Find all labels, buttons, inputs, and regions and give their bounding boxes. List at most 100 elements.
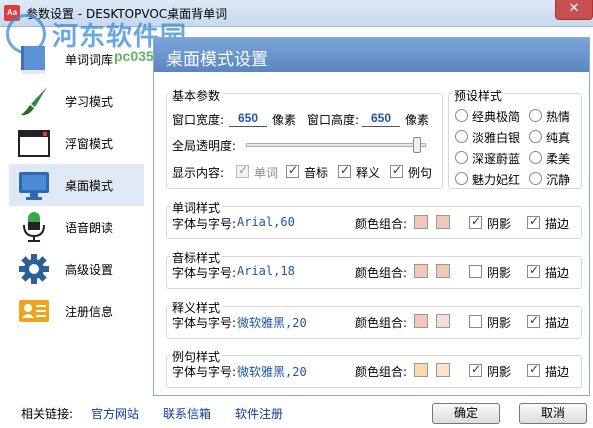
microphone-icon — [23, 212, 45, 242]
sidebar-item-label: 高级设置 — [65, 263, 114, 277]
opacity-slider[interactable] — [246, 143, 426, 147]
height-label: 窗口高度: — [307, 113, 360, 127]
app-icon: Aa — [4, 5, 20, 21]
official-site-link[interactable]: 官方网站 — [91, 405, 139, 422]
contact-email-link[interactable]: 联系信箱 — [163, 405, 211, 422]
book-icon — [21, 46, 45, 74]
phonetic-color-label: 颜色组合: — [355, 266, 408, 280]
display-meaning-checkbox[interactable] — [338, 163, 351, 178]
title-bar: Aa 参数设置 - DESKTOPVOC桌面背单词 ✕ — [0, 0, 593, 27]
monitor-icon — [19, 172, 49, 200]
meaning-color-swatch-2[interactable] — [436, 314, 450, 328]
preset-radio[interactable] — [529, 172, 542, 185]
display-word-label: 单词 — [254, 166, 279, 180]
preset-label: 深邃蔚蓝 — [472, 152, 521, 166]
panel-title: 桌面模式设置 — [166, 50, 268, 70]
example-color-swatch-2[interactable] — [436, 363, 450, 377]
preset-styles-title: 预设样式 — [452, 87, 505, 104]
display-word-checkbox[interactable] — [236, 163, 249, 178]
display-phonetic-label: 音标 — [304, 166, 329, 180]
height-unit: 像素 — [405, 113, 430, 127]
phonetic-shadow-checkbox[interactable] — [469, 265, 482, 278]
word-shadow-label: 阴影 — [487, 217, 512, 231]
word-stroke-label: 描边 — [545, 217, 570, 231]
meaning-color-swatch-1[interactable] — [414, 314, 428, 328]
close-button[interactable]: ✕ — [555, 0, 593, 20]
ok-button[interactable]: 确定 — [432, 403, 500, 424]
opacity-slider-thumb[interactable] — [412, 137, 421, 153]
settings-panel: 桌面模式设置 基本参数 窗口宽度: 650 像素 窗口高度: 650 像素 全局… — [153, 37, 590, 396]
example-stroke-label: 描边 — [545, 365, 570, 379]
meaning-shadow-checkbox[interactable] — [469, 315, 482, 328]
sidebar-item-label: 学习模式 — [65, 95, 114, 109]
word-color-label: 颜色组合: — [355, 217, 408, 231]
example-shadow-checkbox[interactable] — [469, 362, 482, 377]
sidebar-item-wordlib[interactable]: 单词词库 — [9, 38, 144, 80]
example-stroke-checkbox[interactable] — [527, 362, 540, 377]
phonetic-color-swatch-1[interactable] — [414, 264, 428, 278]
preset-radio[interactable] — [529, 109, 542, 122]
basic-params-title: 基本参数 — [170, 87, 223, 104]
sidebar-item-float[interactable]: 浮窗模式 — [9, 122, 144, 164]
example-font-label: 字体与字号: — [172, 365, 237, 379]
register-link[interactable]: 软件注册 — [235, 405, 283, 422]
example-font-value[interactable]: 微软雅黑,20 — [237, 363, 307, 380]
height-input[interactable]: 650 — [362, 111, 400, 127]
sidebar-item-label: 注册信息 — [65, 305, 114, 319]
cancel-button[interactable]: 取消 — [519, 403, 587, 424]
word-color-swatch-2[interactable] — [436, 215, 450, 229]
display-meaning-label: 释义 — [356, 166, 381, 180]
preset-radio[interactable] — [455, 130, 468, 143]
preset-label: 热情 — [546, 110, 571, 124]
sidebar-item-study[interactable]: 学习模式 — [9, 80, 144, 122]
word-style-title: 单词样式 — [170, 199, 223, 216]
display-example-checkbox[interactable] — [390, 163, 403, 178]
word-stroke-checkbox[interactable] — [527, 214, 540, 229]
example-color-label: 颜色组合: — [355, 365, 408, 379]
meaning-font-label: 字体与字号: — [172, 316, 237, 330]
meaning-shadow-label: 阴影 — [487, 316, 512, 330]
panel-header: 桌面模式设置 — [154, 38, 589, 72]
word-shadow-checkbox[interactable] — [469, 214, 482, 229]
preset-label: 经典极简 — [472, 110, 521, 124]
preset-radio[interactable] — [455, 109, 468, 122]
sidebar-item-label: 桌面模式 — [65, 179, 114, 193]
id-card-icon — [19, 300, 49, 322]
word-color-swatch-1[interactable] — [414, 215, 428, 229]
meaning-font-value[interactable]: 微软雅黑,20 — [237, 314, 307, 331]
sidebar-item-voice[interactable]: 语音朗读 — [9, 206, 144, 248]
display-label: 显示内容: — [172, 166, 225, 180]
sidebar-item-advanced[interactable]: 高级设置 — [9, 248, 144, 290]
window-icon — [18, 130, 50, 157]
phonetic-color-swatch-2[interactable] — [436, 264, 450, 278]
meaning-stroke-checkbox[interactable] — [527, 313, 540, 328]
preset-radio[interactable] — [455, 172, 468, 185]
opacity-label: 全局透明度: — [172, 139, 237, 153]
sidebar-item-register[interactable]: 注册信息 — [9, 290, 144, 332]
phonetic-stroke-checkbox[interactable] — [527, 263, 540, 278]
sidebar-item-label: 单词词库 — [65, 53, 114, 67]
preset-radio[interactable] — [529, 130, 542, 143]
gear-icon — [19, 254, 49, 284]
preset-radio[interactable] — [529, 151, 542, 164]
preset-label: 柔美 — [546, 152, 571, 166]
preset-label: 淡雅白银 — [472, 131, 521, 145]
sidebar-item-label: 语音朗读 — [65, 221, 114, 235]
phonetic-shadow-label: 阴影 — [487, 266, 512, 280]
preset-radio[interactable] — [455, 151, 468, 164]
preset-label: 魅力妃红 — [472, 173, 521, 187]
sidebar: 单词词库 学习模式 浮窗模式 桌面模式 语音朗读 高级设置 注册信息 — [9, 38, 144, 390]
phonetic-font-label: 字体与字号: — [172, 266, 237, 280]
display-phonetic-checkbox[interactable] — [286, 163, 299, 178]
phonetic-font-value[interactable]: Arial,18 — [237, 264, 295, 278]
phonetic-stroke-label: 描边 — [545, 266, 570, 280]
word-font-value[interactable]: Arial,60 — [237, 215, 295, 229]
window-title: 参数设置 - DESKTOPVOC桌面背单词 — [26, 7, 228, 21]
related-links-label: 相关链接: — [21, 407, 74, 421]
width-input[interactable]: 650 — [229, 111, 267, 127]
meaning-stroke-label: 描边 — [545, 316, 570, 330]
example-color-swatch-1[interactable] — [414, 363, 428, 377]
preset-label: 纯真 — [546, 131, 571, 145]
sidebar-item-desktop[interactable]: 桌面模式 — [9, 164, 144, 206]
width-unit: 像素 — [272, 113, 297, 127]
